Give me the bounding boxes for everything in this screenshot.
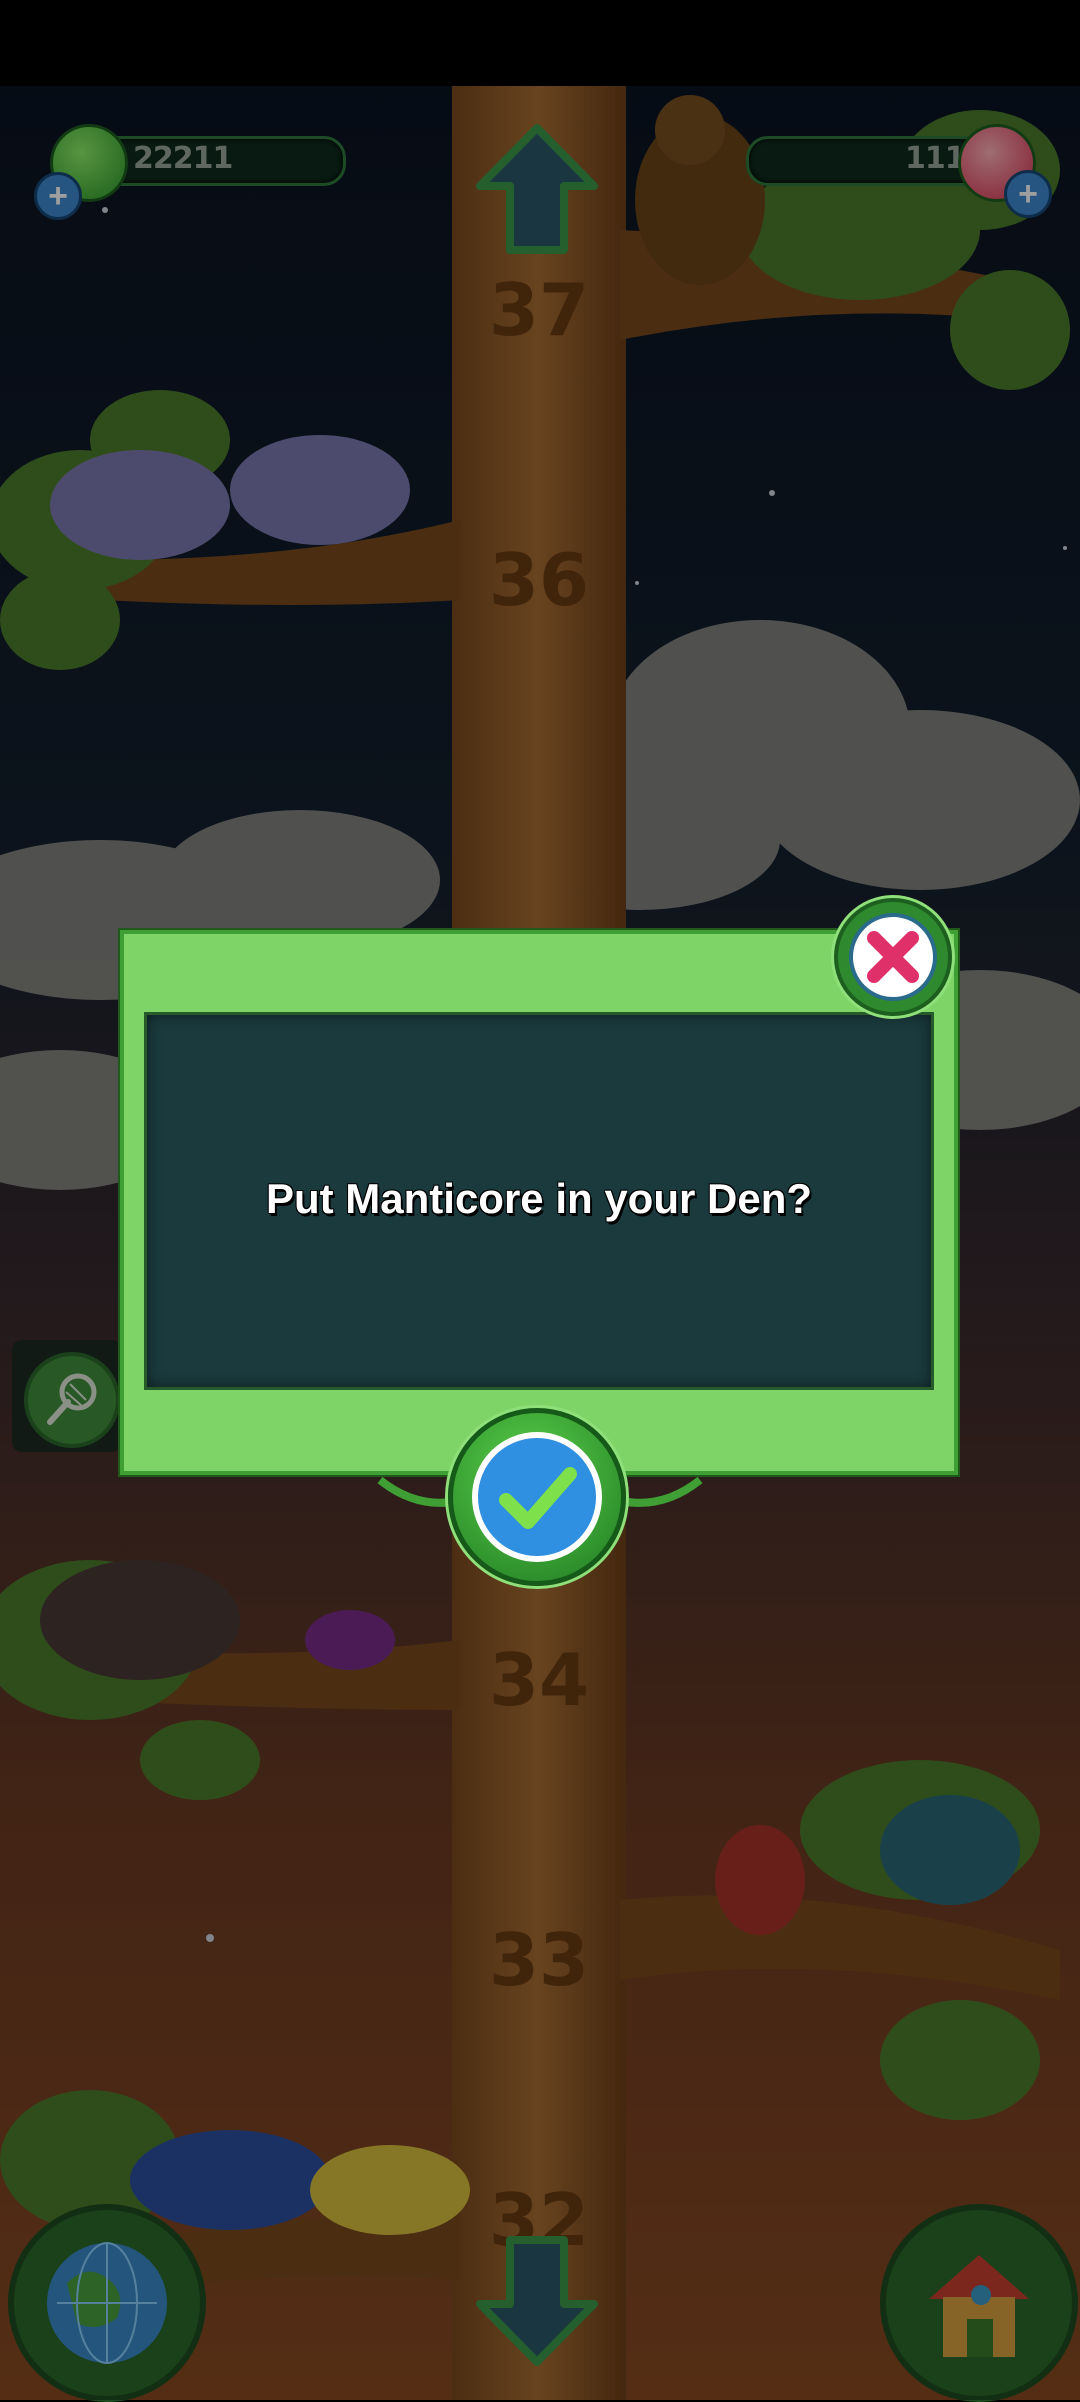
confirm-button[interactable]	[448, 1408, 626, 1586]
confirm-icon-bg	[472, 1432, 602, 1562]
dialog-message: Put Manticore in your Den?	[265, 1175, 813, 1222]
close-icon	[867, 931, 919, 983]
confirm-dialog: Put Manticore in your Den?	[120, 930, 958, 1475]
close-icon-bg	[849, 913, 937, 1001]
close-button[interactable]	[834, 898, 952, 1016]
checkmark-icon	[499, 1467, 577, 1529]
dialog-message-panel: Put Manticore in your Den?	[144, 1012, 934, 1390]
